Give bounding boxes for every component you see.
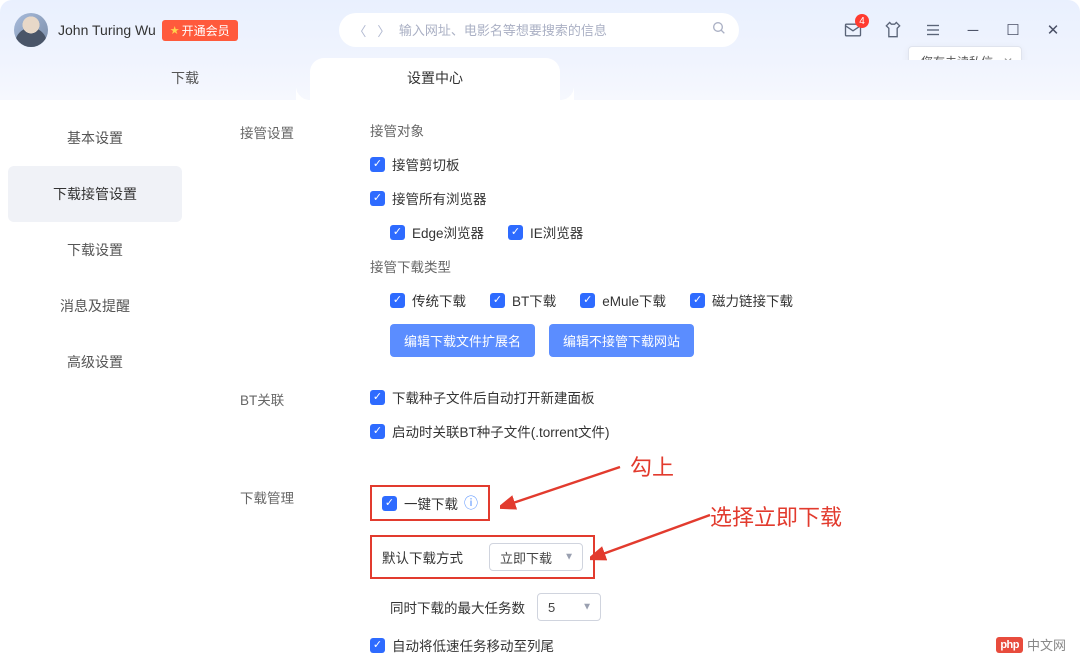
chevron-down-icon: ▼ (564, 552, 574, 563)
settings-content: 接管设置 接管对象 ✓接管剪切板 ✓接管所有浏览器 ✓Edge浏览器 ✓IE浏览… (190, 100, 1080, 664)
default-mode-select[interactable]: 立即下载 ▼ (489, 543, 583, 571)
section-title-takeover: 接管设置 (240, 120, 370, 357)
search-icon[interactable] (711, 20, 727, 40)
checkbox-ie[interactable]: ✓IE浏览器 (508, 222, 583, 242)
minimize-button[interactable]: ─ (960, 17, 986, 43)
annotation-check: 勾上 (630, 450, 674, 482)
checkbox-emule[interactable]: ✓eMule下载 (580, 290, 666, 310)
checkbox-assoc-torrent[interactable]: ✓启动时关联BT种子文件(.torrent文件) (370, 421, 610, 441)
chevron-down-icon: ▼ (582, 602, 592, 613)
tab-settings[interactable]: 设置中心 (310, 58, 560, 100)
sidebar-item-basic[interactable]: 基本设置 (8, 110, 182, 166)
checkbox-magnet[interactable]: ✓磁力链接下载 (690, 290, 793, 310)
tab-bar: 下载 设置中心 (0, 60, 1080, 100)
app-header: John Turing Wu 开通会员 〈 〉 4 ─ ☐ ✕ 您有未读私信 ✕ (0, 0, 1080, 60)
maximize-button[interactable]: ☐ (1000, 17, 1026, 43)
watermark-logo-icon: php (996, 637, 1023, 653)
edit-block-sites-button[interactable]: 编辑不接管下载网站 (549, 324, 694, 357)
checkbox-oneclick[interactable]: ✓一键下载 (382, 493, 458, 513)
section-title-bt: BT关联 (240, 387, 370, 455)
messages-icon[interactable]: 4 (840, 17, 866, 43)
checkbox-move-slow[interactable]: ✓自动将低速任务移动至列尾 (370, 635, 554, 655)
checkbox-open-panel[interactable]: ✓下载种子文件后自动打开新建面板 (370, 387, 595, 407)
close-button[interactable]: ✕ (1040, 17, 1066, 43)
checkbox-edge[interactable]: ✓Edge浏览器 (390, 222, 484, 242)
username: John Turing Wu (58, 22, 156, 38)
avatar[interactable] (14, 13, 48, 47)
vip-badge[interactable]: 开通会员 (162, 20, 238, 41)
max-tasks-select[interactable]: 5 ▼ (537, 593, 601, 621)
edit-extensions-button[interactable]: 编辑下载文件扩展名 (390, 324, 535, 357)
annotation-select: 选择立即下载 (710, 500, 842, 532)
skin-icon[interactable] (880, 17, 906, 43)
sidebar-item-notify[interactable]: 消息及提醒 (8, 278, 182, 334)
checkbox-all-browsers[interactable]: ✓接管所有浏览器 (370, 188, 487, 208)
sidebar-item-download[interactable]: 下载设置 (8, 222, 182, 278)
takeover-target-label: 接管对象 (370, 120, 1080, 140)
info-icon[interactable]: ⓘ (464, 493, 478, 513)
default-mode-label: 默认下载方式 (382, 547, 463, 567)
annotation-box-default-mode: 默认下载方式 立即下载 ▼ (370, 535, 595, 579)
menu-icon[interactable] (920, 17, 946, 43)
nav-back-icon[interactable]: 〈 (351, 21, 369, 39)
tab-downloads[interactable]: 下载 (60, 58, 310, 100)
search-input[interactable] (399, 23, 711, 38)
checkbox-traditional[interactable]: ✓传统下载 (390, 290, 466, 310)
sidebar-item-takeover[interactable]: 下载接管设置 (8, 166, 182, 222)
checkbox-clipboard[interactable]: ✓接管剪切板 (370, 154, 460, 174)
nav-forward-icon[interactable]: 〉 (375, 21, 393, 39)
takeover-type-label: 接管下载类型 (370, 256, 1080, 276)
max-tasks-label: 同时下载的最大任务数 (390, 597, 525, 617)
section-title-dlmgr: 下载管理 (240, 485, 370, 664)
sidebar-item-advanced[interactable]: 高级设置 (8, 334, 182, 390)
annotation-box-oneclick: ✓一键下载 ⓘ (370, 485, 490, 521)
checkbox-bt[interactable]: ✓BT下载 (490, 290, 556, 310)
search-bar: 〈 〉 (339, 13, 739, 47)
messages-badge: 4 (855, 14, 869, 28)
watermark: php 中文网 (996, 635, 1066, 654)
settings-sidebar: 基本设置 下载接管设置 下载设置 消息及提醒 高级设置 (0, 100, 190, 664)
